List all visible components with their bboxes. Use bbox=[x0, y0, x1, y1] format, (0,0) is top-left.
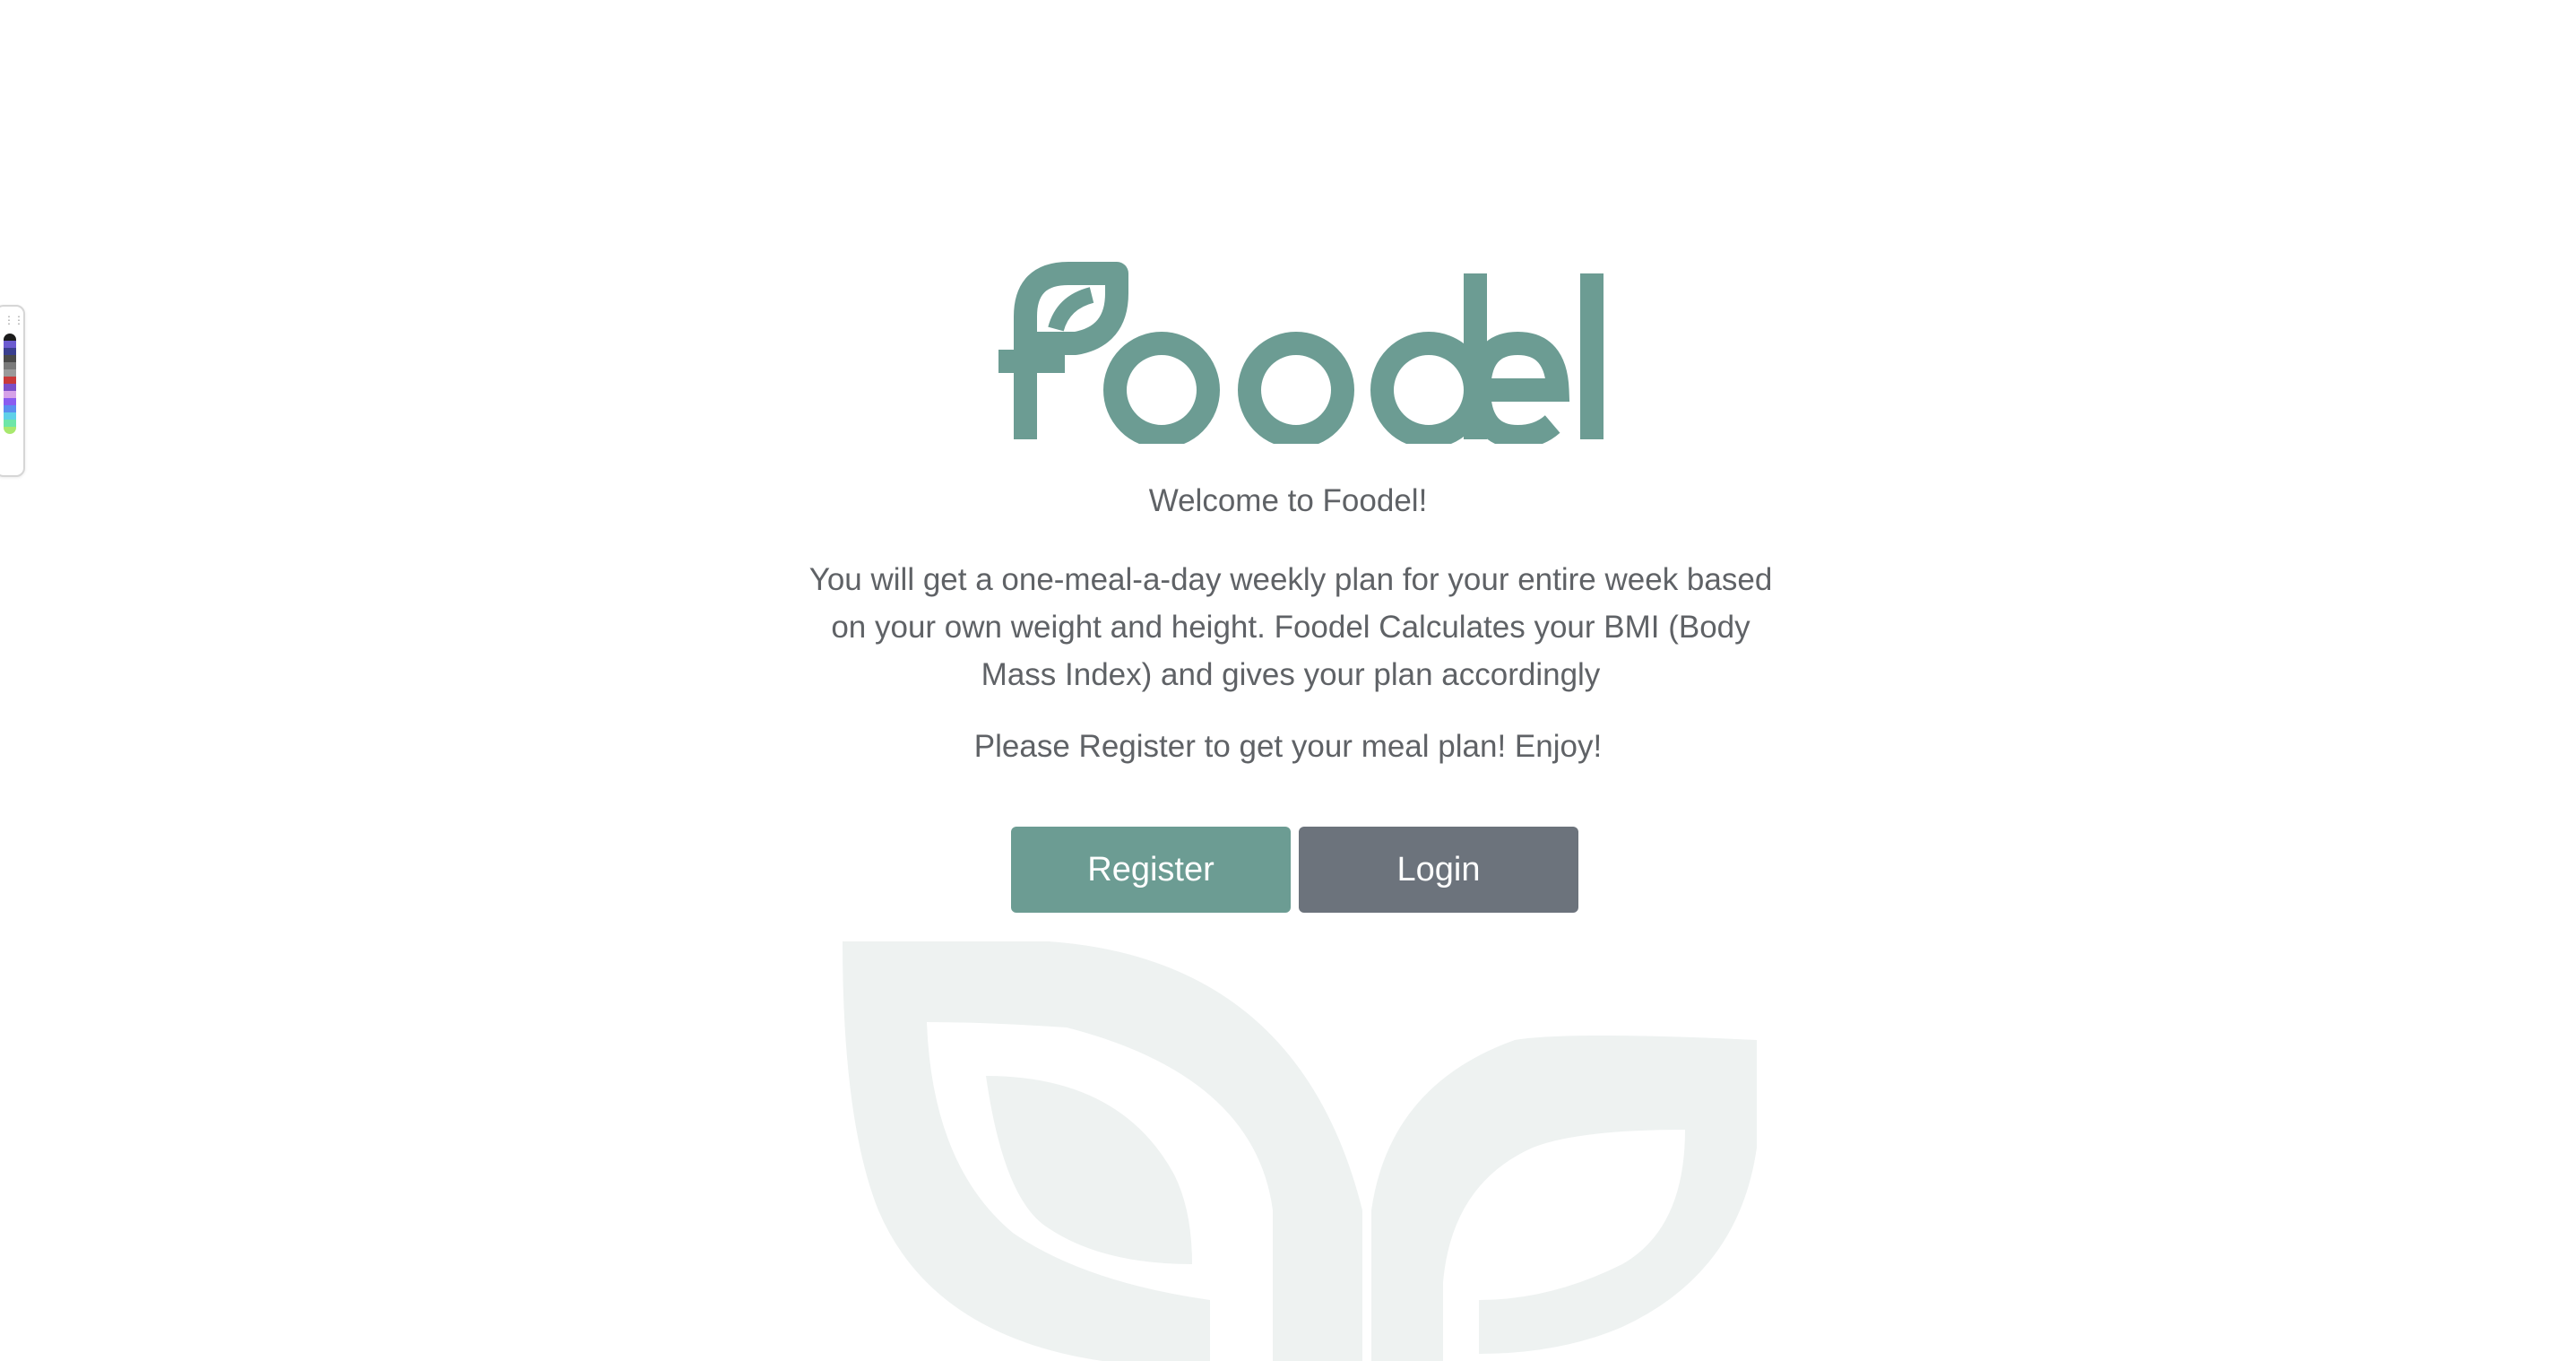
foodel-logo-icon bbox=[998, 262, 1604, 444]
palette-swatch[interactable] bbox=[4, 384, 16, 391]
palette-swatch[interactable] bbox=[4, 398, 16, 405]
leaves-icon bbox=[843, 941, 1757, 1361]
palette-swatch[interactable] bbox=[4, 405, 16, 412]
palette-swatch[interactable] bbox=[4, 341, 16, 348]
welcome-heading: Welcome to Foodel! bbox=[1148, 483, 1428, 518]
palette-swatch[interactable] bbox=[4, 362, 16, 369]
action-buttons: Register Login bbox=[1011, 827, 1578, 913]
palette-swatch[interactable] bbox=[4, 355, 16, 362]
palette-swatch[interactable] bbox=[4, 369, 16, 377]
palette-swatch[interactable] bbox=[4, 391, 16, 398]
palette-swatch[interactable] bbox=[4, 427, 16, 434]
color-palette-widget[interactable]: ⋮⋮ bbox=[0, 305, 25, 477]
palette-swatch[interactable] bbox=[4, 420, 16, 427]
palette-swatches bbox=[4, 334, 16, 434]
palette-swatch[interactable] bbox=[4, 334, 16, 341]
login-button[interactable]: Login bbox=[1299, 827, 1578, 913]
palette-swatch[interactable] bbox=[4, 348, 16, 355]
register-button[interactable]: Register bbox=[1011, 827, 1291, 913]
background-leaves-decoration bbox=[834, 941, 1757, 1361]
welcome-page: ⋮⋮ Welcome to Foodel! You will get a one… bbox=[0, 0, 2576, 1361]
foodel-logo bbox=[986, 256, 1604, 444]
drag-handle-icon[interactable]: ⋮⋮ bbox=[4, 314, 24, 326]
palette-swatch[interactable] bbox=[4, 377, 16, 384]
description-text: You will get a one-meal-a-day weekly pla… bbox=[808, 562, 1773, 692]
cta-text: Please Register to get your meal plan! E… bbox=[973, 729, 1603, 764]
palette-swatch[interactable] bbox=[4, 412, 16, 420]
